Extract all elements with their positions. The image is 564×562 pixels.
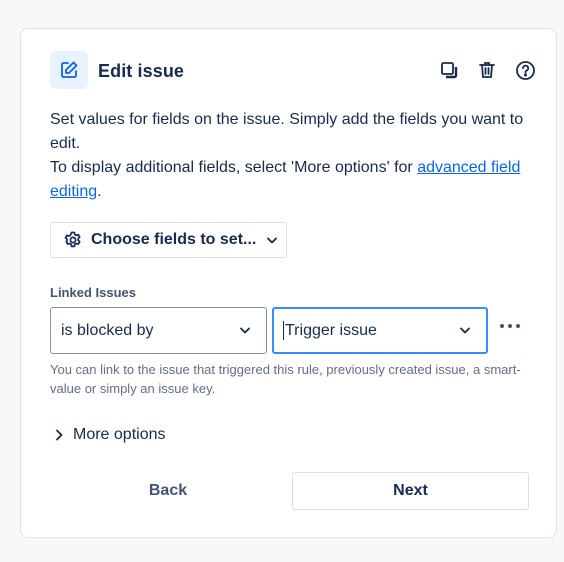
- more-options-label: More options: [73, 426, 166, 443]
- text-cursor: [283, 321, 284, 340]
- chevron-down-icon: [238, 323, 252, 342]
- back-button[interactable]: Back: [50, 472, 286, 510]
- panel-description: Set values for fields on the issue. Simp…: [50, 108, 538, 204]
- panel-title: Edit issue: [98, 61, 185, 81]
- panel-header: Edit issue: [50, 51, 536, 91]
- edit-issue-panel: Edit issue Set values for fields on the …: [20, 28, 557, 538]
- more-actions-icon[interactable]: [499, 317, 521, 335]
- edit-icon: [50, 51, 88, 89]
- chevron-down-icon: [458, 323, 472, 342]
- linked-issues-help-text: You can link to the issue that triggered…: [50, 362, 521, 396]
- chevron-down-icon: [265, 233, 279, 247]
- trash-icon[interactable]: [476, 59, 498, 81]
- next-button[interactable]: Next: [292, 472, 529, 510]
- help-icon[interactable]: [514, 59, 536, 81]
- choose-fields-button[interactable]: Choose fields to set...: [50, 222, 287, 258]
- more-options-toggle[interactable]: More options: [53, 426, 166, 444]
- gear-icon: [63, 230, 83, 250]
- description-line2: To display additional fields, select 'Mo…: [50, 159, 521, 200]
- chevron-right-icon: [53, 428, 65, 442]
- choose-fields-label: Choose fields to set...: [91, 231, 257, 248]
- link-type-select[interactable]: is blocked by: [50, 307, 267, 354]
- linked-issue-select[interactable]: Trigger issue: [272, 307, 488, 354]
- description-line1: Set values for fields on the issue. Simp…: [50, 111, 524, 152]
- linked-issue-value: Trigger issue: [285, 321, 377, 339]
- linked-issues-label: Linked Issues: [50, 285, 136, 300]
- duplicate-icon[interactable]: [438, 59, 460, 81]
- link-type-value: is blocked by: [61, 321, 154, 339]
